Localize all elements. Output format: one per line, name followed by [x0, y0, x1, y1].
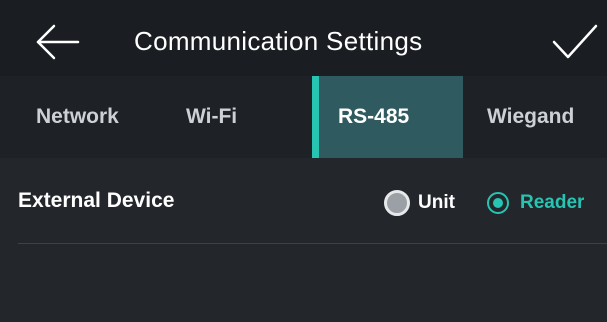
tab-wiegand[interactable]: Wiegand: [487, 76, 574, 158]
header-bar: Communication Settings: [0, 0, 607, 82]
tab-wifi[interactable]: Wi-Fi: [186, 76, 237, 158]
tab-rs485[interactable]: RS-485: [312, 76, 463, 158]
external-device-label: External Device: [18, 189, 175, 212]
row-divider: [18, 243, 607, 244]
radio-unselected-icon: [384, 190, 410, 216]
radio-unit-label: Unit: [418, 192, 455, 213]
checkmark-icon: [552, 24, 598, 59]
external-device-row: External Device Unit Reader: [0, 158, 607, 244]
communication-settings-screen: Communication Settings Network Wi-Fi RS-…: [0, 0, 607, 322]
radio-selected-dot: [493, 198, 503, 208]
back-button[interactable]: [34, 22, 82, 62]
page-title: Communication Settings: [134, 26, 423, 56]
active-tab-indicator: [312, 76, 319, 158]
tab-network[interactable]: Network: [36, 76, 119, 158]
arrow-left-icon: [36, 24, 80, 60]
tab-rs485-label: RS-485: [338, 105, 410, 128]
radio-selected-icon: [487, 192, 509, 214]
radio-reader-label: Reader: [520, 192, 585, 213]
tab-bar: Network Wi-Fi RS-485 Wiegand: [0, 76, 607, 158]
confirm-button[interactable]: [550, 22, 600, 62]
